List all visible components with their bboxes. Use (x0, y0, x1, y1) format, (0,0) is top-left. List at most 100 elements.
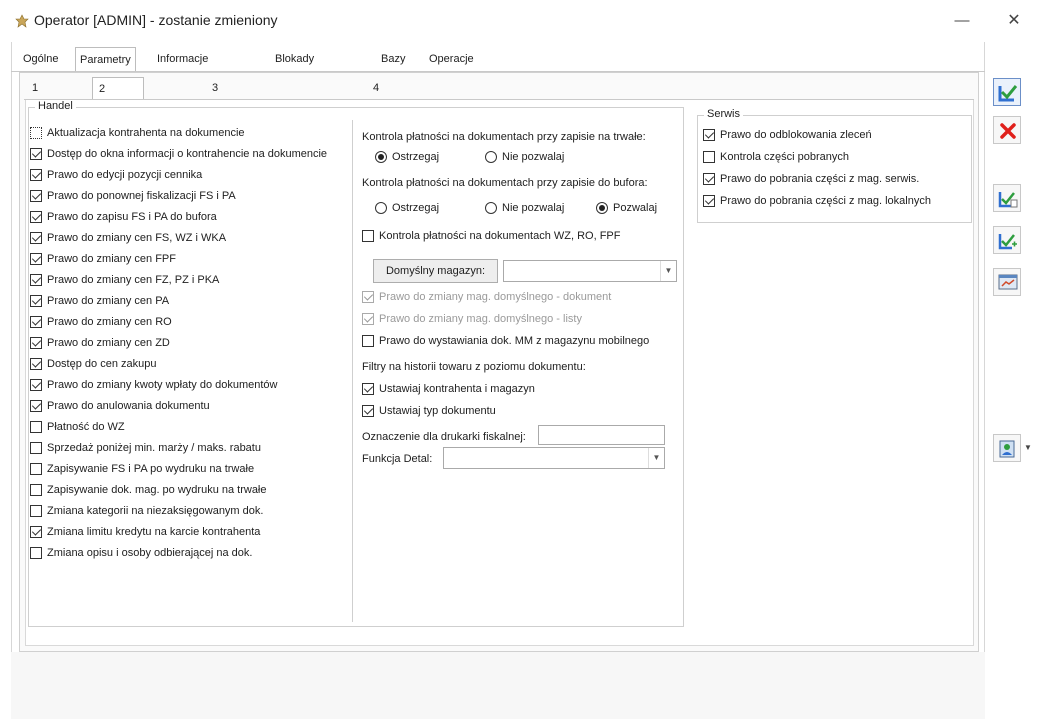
right-toolbar: ▼ (986, 42, 1037, 719)
chevron-down-icon[interactable]: ▼ (660, 261, 676, 281)
checkbox-label: Prawo do zmiany cen FS, WZ i WKA (47, 232, 227, 244)
chevron-down-icon[interactable]: ▼ (648, 448, 664, 468)
tab-informacje-o-firmie[interactable]: Informacje o firmie (153, 47, 212, 89)
checkbox-label: Prawo do zmiany cen PA (47, 295, 170, 307)
column-separator (352, 120, 353, 622)
checkbox[interactable] (30, 232, 42, 244)
checkbox-label: Ustawiaj typ dokumentu (379, 405, 496, 417)
kontrola-trwale-label: Kontrola płatności na dokumentach przy z… (362, 131, 646, 143)
checkbox-label: Prawo do wystawiania dok. MM z magazynu … (379, 335, 650, 347)
checkbox-label: Płatność do WZ (47, 421, 125, 433)
radio-button[interactable] (485, 151, 497, 163)
save-copy-button[interactable] (993, 184, 1021, 212)
checkbox (362, 313, 374, 325)
checkbox-label: Prawo do anulowania dokumentu (47, 400, 210, 412)
magazyn-select[interactable]: ▼ (503, 260, 677, 282)
checkbox-label: Aktualizacja kontrahenta na dokumencie (47, 127, 245, 139)
checkbox[interactable] (30, 169, 42, 181)
checkbox[interactable] (30, 127, 42, 139)
minimize-button[interactable]: — (940, 8, 984, 34)
subtab-wspolne[interactable]: 1 Wspólne (26, 77, 81, 116)
checkbox[interactable] (30, 190, 42, 202)
user-card-button[interactable] (993, 434, 1021, 462)
checkbox[interactable] (30, 463, 42, 475)
cancel-icon (1000, 123, 1016, 139)
tab-ogolne[interactable]: Ogólne (19, 47, 62, 71)
checkbox[interactable] (362, 335, 374, 347)
subtab-handel-serwis[interactable]: 2 Handel, Serwis (92, 77, 144, 139)
save-copy-icon (998, 192, 1018, 208)
radio-label: Nie pozwalaj (502, 202, 565, 214)
handel-group-title: Handel (35, 100, 76, 112)
close-button[interactable]: ✕ (992, 8, 1036, 34)
checkbox[interactable] (30, 547, 42, 559)
checkbox[interactable] (362, 383, 374, 395)
checkbox[interactable] (30, 316, 42, 328)
checkbox[interactable] (30, 526, 42, 538)
checkbox[interactable] (30, 148, 42, 160)
tab-bazy[interactable]: Bazy (377, 47, 409, 71)
checkbox-label: Prawo do zmiany mag. domyślnego - listy (379, 313, 582, 325)
subtab-analizy[interactable]: 4 Analizy (367, 77, 414, 116)
radio-button[interactable] (596, 202, 608, 214)
chevron-down-icon[interactable]: ▼ (1022, 434, 1034, 462)
cancel-button[interactable] (993, 116, 1021, 144)
checkbox[interactable] (30, 253, 42, 265)
report-button[interactable] (993, 268, 1021, 296)
checkbox[interactable] (30, 274, 42, 286)
checkbox[interactable] (30, 337, 42, 349)
subtab-ksiegowosc[interactable]: 3 Księgowość, Płace i Kadry (206, 77, 280, 160)
domyslny-magazyn-button[interactable]: Domyślny magazyn: (373, 259, 498, 283)
detal-select[interactable]: ▼ (443, 447, 665, 469)
radio-button[interactable] (375, 151, 387, 163)
checkbox[interactable] (30, 400, 42, 412)
checkbox-label: Zapisywanie FS i PA po wydruku na trwałe (47, 463, 255, 475)
checkbox[interactable] (703, 129, 715, 141)
save-button[interactable] (993, 78, 1021, 106)
checkbox[interactable] (30, 211, 42, 223)
drukarka-label: Oznaczenie dla drukarki fiskalnej: (362, 431, 526, 443)
checkbox[interactable] (703, 195, 715, 207)
checkbox[interactable] (30, 505, 42, 517)
checkbox[interactable] (30, 421, 42, 433)
checkbox-label: Prawo do zmiany kwoty wpłaty do dokument… (47, 379, 278, 391)
checkbox-label: Kontrola płatności na dokumentach WZ, RO… (379, 230, 621, 242)
save-new-icon (998, 234, 1017, 250)
checkbox[interactable] (362, 230, 374, 242)
drukarka-input[interactable] (538, 425, 665, 445)
detal-label: Funkcja Detal: (362, 453, 433, 465)
checkbox-label: Prawo do pobrania części z mag. serwis. (720, 173, 920, 185)
checkbox-label: Ustawiaj kontrahenta i magazyn (379, 383, 535, 395)
checkbox[interactable] (30, 358, 42, 370)
radio-button[interactable] (375, 202, 387, 214)
checkbox-label: Prawo do zmiany cen RO (47, 316, 172, 328)
checkbox[interactable] (30, 484, 42, 496)
checkbox-label: Kontrola części pobranych (720, 151, 850, 163)
checkbox-label: Prawo do edycji pozycji cennika (47, 169, 203, 181)
checkbox-label: Prawo do zmiany cen FZ, PZ i PKA (47, 274, 220, 286)
checkbox[interactable] (362, 405, 374, 417)
checkbox[interactable] (703, 173, 715, 185)
radio-button[interactable] (485, 202, 497, 214)
filtry-label: Filtry na historii towaru z poziomu doku… (362, 361, 586, 373)
tab-parametry[interactable]: Parametry (75, 47, 136, 72)
checkbox (362, 291, 374, 303)
checkbox-label: Prawo do ponownej fiskalizacji FS i PA (47, 190, 236, 202)
kontrola-bufor-label: Kontrola płatności na dokumentach przy z… (362, 177, 648, 189)
save-new-button[interactable] (993, 226, 1021, 254)
save-icon (998, 85, 1018, 102)
tab-operacje-wielofirmowe[interactable]: Operacje wielofirmowe - blokady atrybutó… (425, 47, 497, 137)
checkbox[interactable] (30, 442, 42, 454)
checkbox[interactable] (30, 379, 42, 391)
app-icon (15, 14, 29, 28)
radio-label: Ostrzegaj (392, 202, 440, 214)
checkbox-label: Prawo do zmiany cen FPF (47, 253, 176, 265)
checkbox[interactable] (30, 295, 42, 307)
radio-label: Nie pozwalaj (502, 151, 565, 163)
checkbox-label: Prawo do zapisu FS i PA do bufora (47, 211, 217, 223)
checkbox-label: Sprzedaż poniżej min. marży / maks. raba… (47, 442, 261, 454)
checkbox[interactable] (703, 151, 715, 163)
bottom-area (11, 652, 985, 719)
checkbox-label: Zapisywanie dok. mag. po wydruku na trwa… (47, 484, 267, 496)
tab-blokady-dostepu[interactable]: Blokady dostępu (271, 47, 318, 89)
